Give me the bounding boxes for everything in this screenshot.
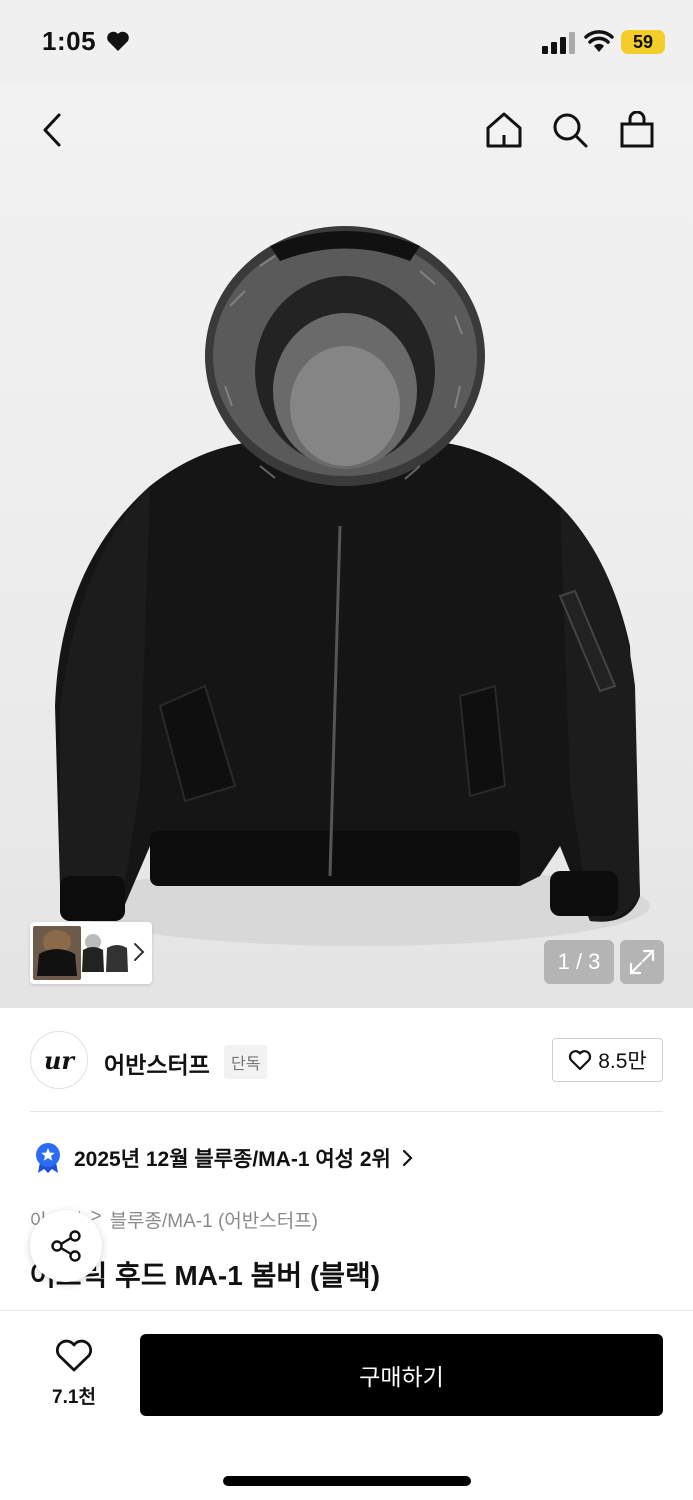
battery-indicator: 59: [621, 30, 665, 54]
wifi-icon: [584, 30, 614, 52]
thumbnail-2[interactable]: [81, 928, 105, 978]
wishlist-count: 7.1천: [52, 1387, 96, 1408]
status-time: 1:05: [42, 26, 97, 56]
share-button[interactable]: [30, 1210, 102, 1282]
ranking-link[interactable]: 2025년 12월 블루종/MA-1 여성 2위: [34, 1142, 413, 1174]
exclusive-badge: 단독: [224, 1045, 268, 1079]
ranking-star-badge-icon: [36, 1143, 60, 1173]
chevron-right-icon: [402, 1149, 413, 1167]
thumbnail-3[interactable]: [105, 928, 129, 978]
heart-outline-icon: [569, 1050, 592, 1071]
status-bar: 1:05 59: [0, 0, 693, 86]
image-counter: 1 / 3: [544, 940, 614, 984]
search-button[interactable]: [544, 104, 596, 156]
brand-row: ur 어반스터프 단독 8.5만: [30, 1008, 663, 1112]
breadcrumb-subcategory[interactable]: 블루종/MA-1 (어반스터프): [110, 1206, 318, 1233]
product-image-gallery[interactable]: 1 / 3: [0, 86, 693, 1008]
home-button[interactable]: [478, 104, 530, 156]
brand-logo[interactable]: ur: [30, 1031, 88, 1089]
heart-icon: [107, 31, 129, 51]
brand-like-button[interactable]: 8.5만: [552, 1038, 663, 1082]
wishlist-button[interactable]: 7.1천: [34, 1339, 114, 1409]
home-indicator: [223, 1476, 471, 1486]
search-icon: [553, 113, 588, 148]
home-icon: [486, 112, 522, 148]
share-icon: [51, 1230, 81, 1262]
back-button[interactable]: [26, 104, 78, 156]
cart-button[interactable]: [611, 104, 663, 156]
fullscreen-button[interactable]: [620, 940, 664, 984]
product-jacket-image: [55, 226, 650, 946]
chevron-left-icon: [43, 113, 61, 147]
buy-button[interactable]: 구매하기: [140, 1334, 663, 1416]
heart-outline-icon: [55, 1339, 93, 1372]
thumbnail-1[interactable]: [33, 926, 81, 980]
cellular-signal-icon: [542, 32, 575, 54]
brand-like-count: 8.5만: [598, 1050, 647, 1073]
expand-icon: [629, 949, 655, 975]
chevron-right-icon[interactable]: [132, 942, 146, 962]
shopping-bag-icon: [620, 111, 654, 148]
bottom-action-bar: 7.1천 구매하기: [0, 1310, 693, 1500]
thumbnail-strip[interactable]: [30, 922, 152, 984]
brand-name[interactable]: 어반스터프: [104, 1046, 210, 1080]
ranking-text: 2025년 12월 블루종/MA-1 여성 2위: [74, 1148, 391, 1171]
